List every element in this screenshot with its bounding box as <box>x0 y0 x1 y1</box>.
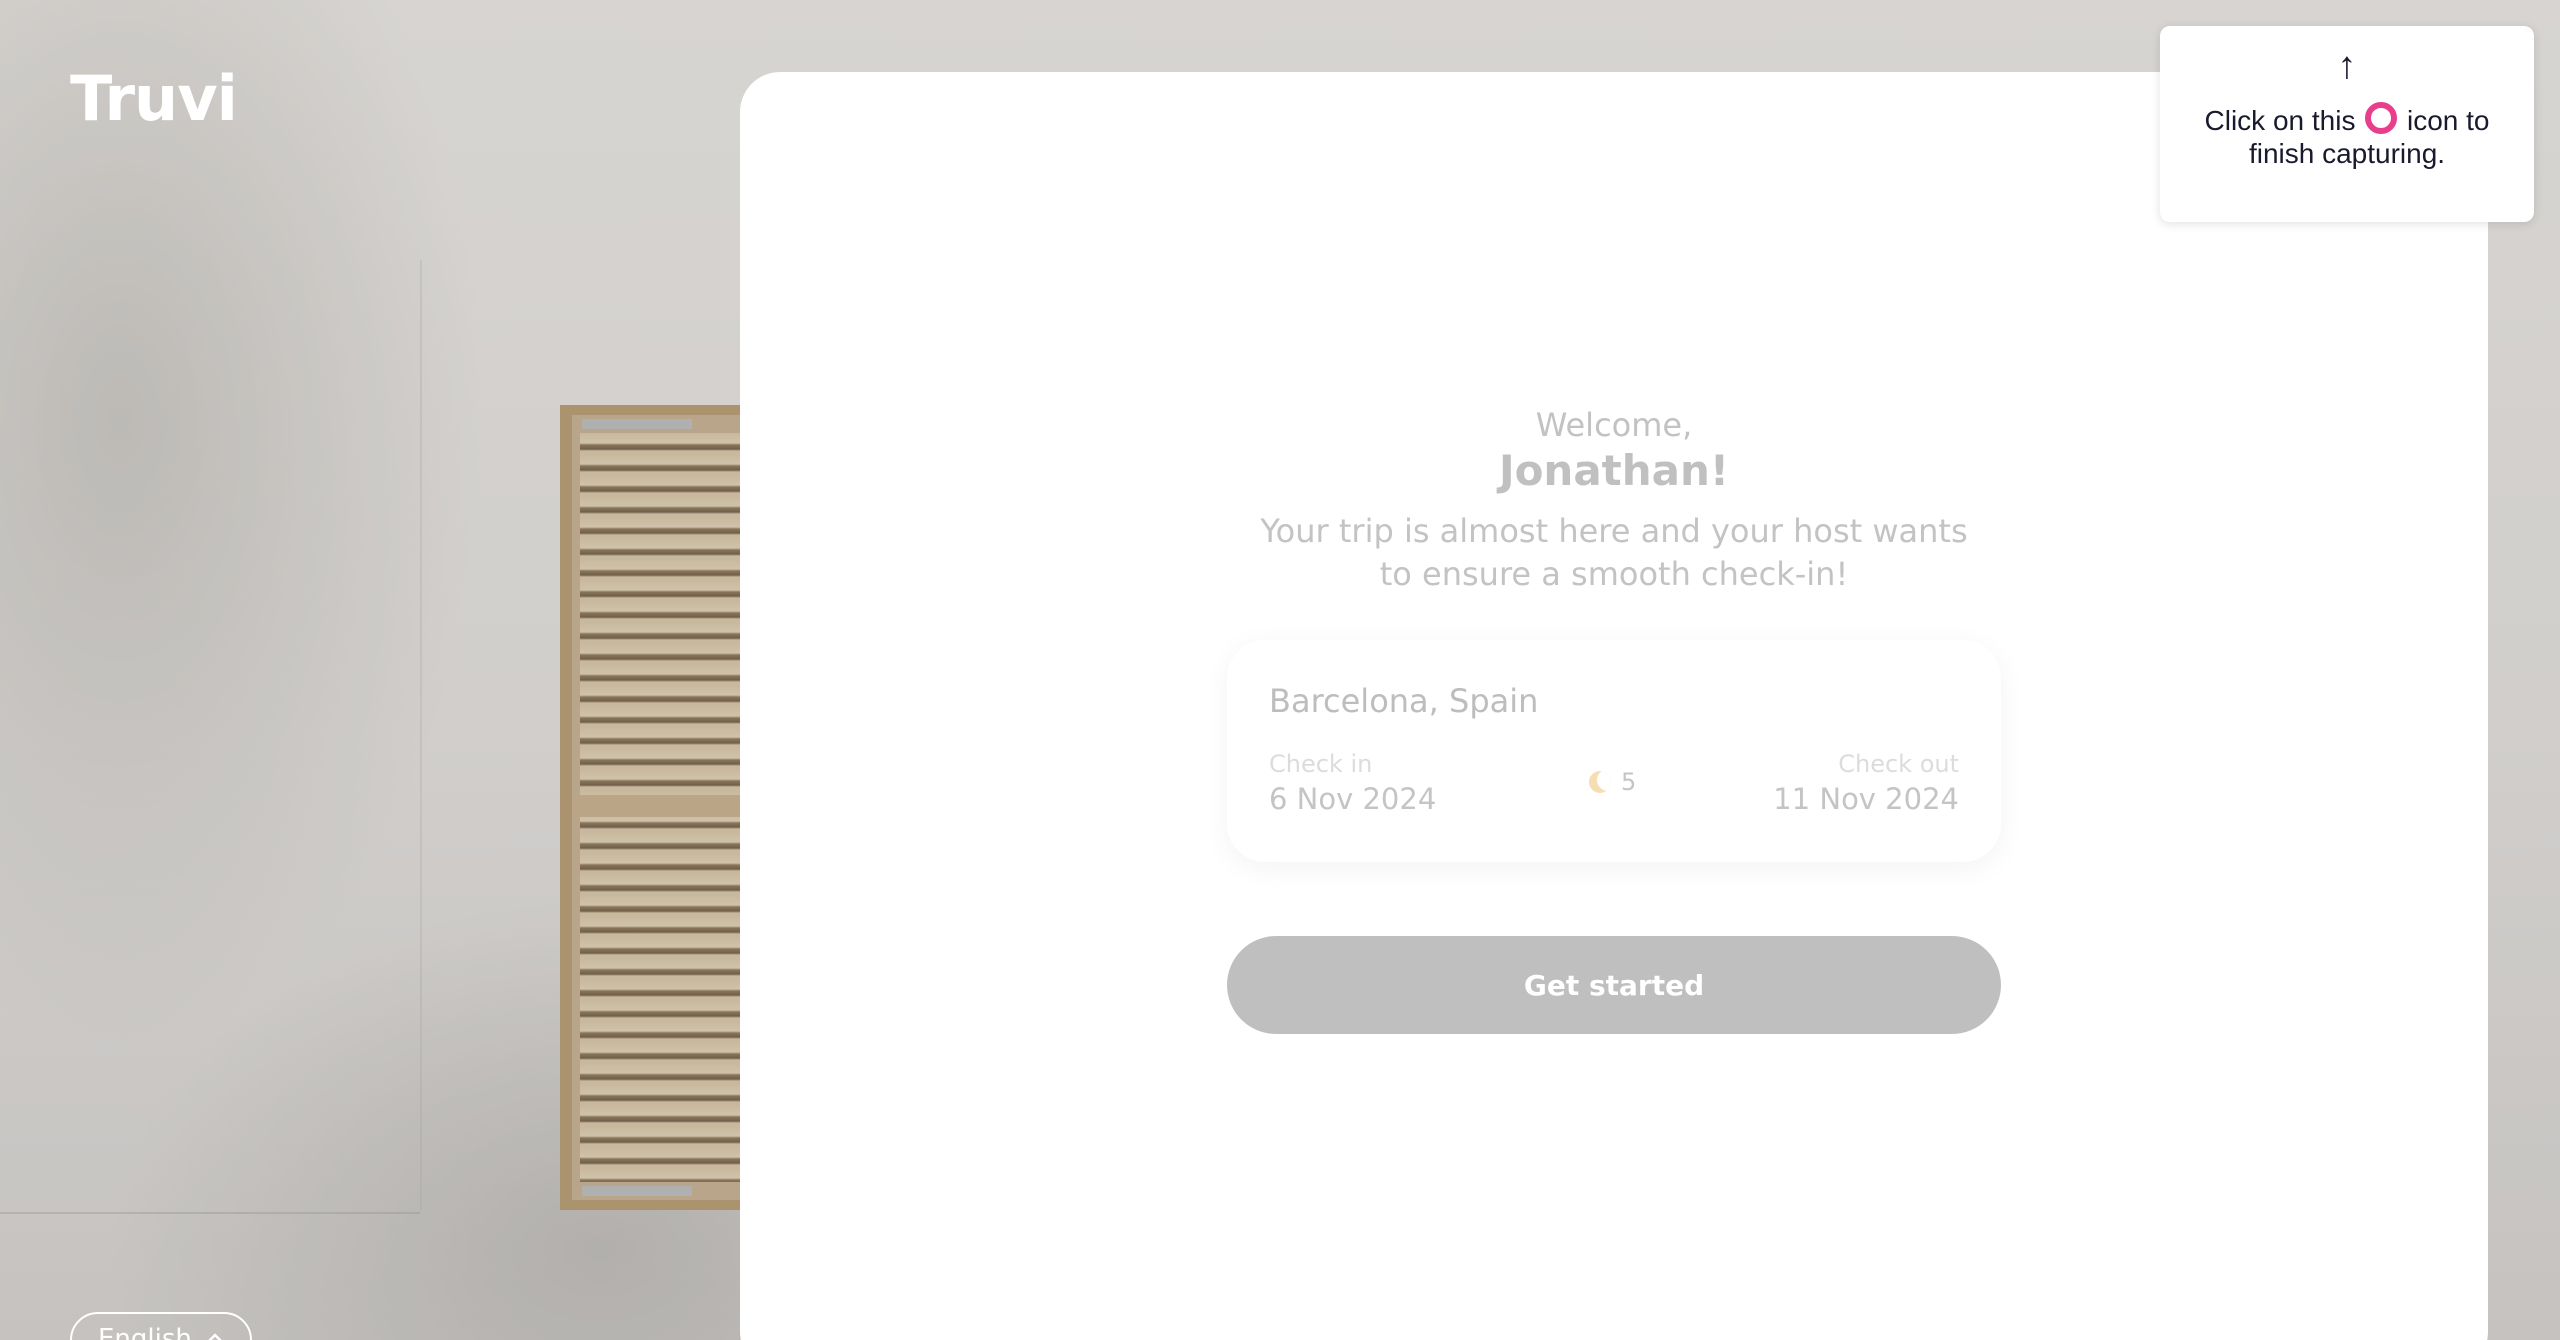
trip-location: Barcelona, Spain <box>1269 682 1539 720</box>
language-label: English <box>98 1324 192 1340</box>
record-icon <box>2365 102 2398 134</box>
check-in-date: 6 Nov 2024 <box>1269 782 1437 816</box>
arrow-up-icon: ↑ <box>2337 45 2357 87</box>
truvi-logo: Truvi <box>70 62 238 135</box>
chevron-up-icon <box>206 1324 224 1340</box>
nights-count: 5 <box>1589 768 1636 796</box>
guest-name: Jonathan! <box>1498 446 1730 495</box>
tooltip-text-start: Click on this <box>2204 105 2356 136</box>
capture-tooltip: ↑ Click on this icon to finish capturing… <box>2160 26 2534 222</box>
nights-value: 5 <box>1621 768 1637 796</box>
get-started-button[interactable]: Get started <box>1227 936 2001 1034</box>
check-out-date: 11 Nov 2024 <box>1773 782 1959 816</box>
check-out-label: Check out <box>1838 750 1959 778</box>
welcome-subtitle: Your trip is almost here and your host w… <box>1260 512 1968 593</box>
trip-summary: Barcelona, Spain Check in 6 Nov 2024 5 C… <box>1227 640 2001 862</box>
language-selector[interactable]: English <box>70 1312 252 1340</box>
check-in-label: Check in <box>1269 750 1373 778</box>
capture-tooltip-message: Click on this icon to finish capturing. <box>2160 102 2534 170</box>
moon-icon <box>1589 771 1611 793</box>
welcome-greeting: Welcome, <box>1535 406 1693 444</box>
